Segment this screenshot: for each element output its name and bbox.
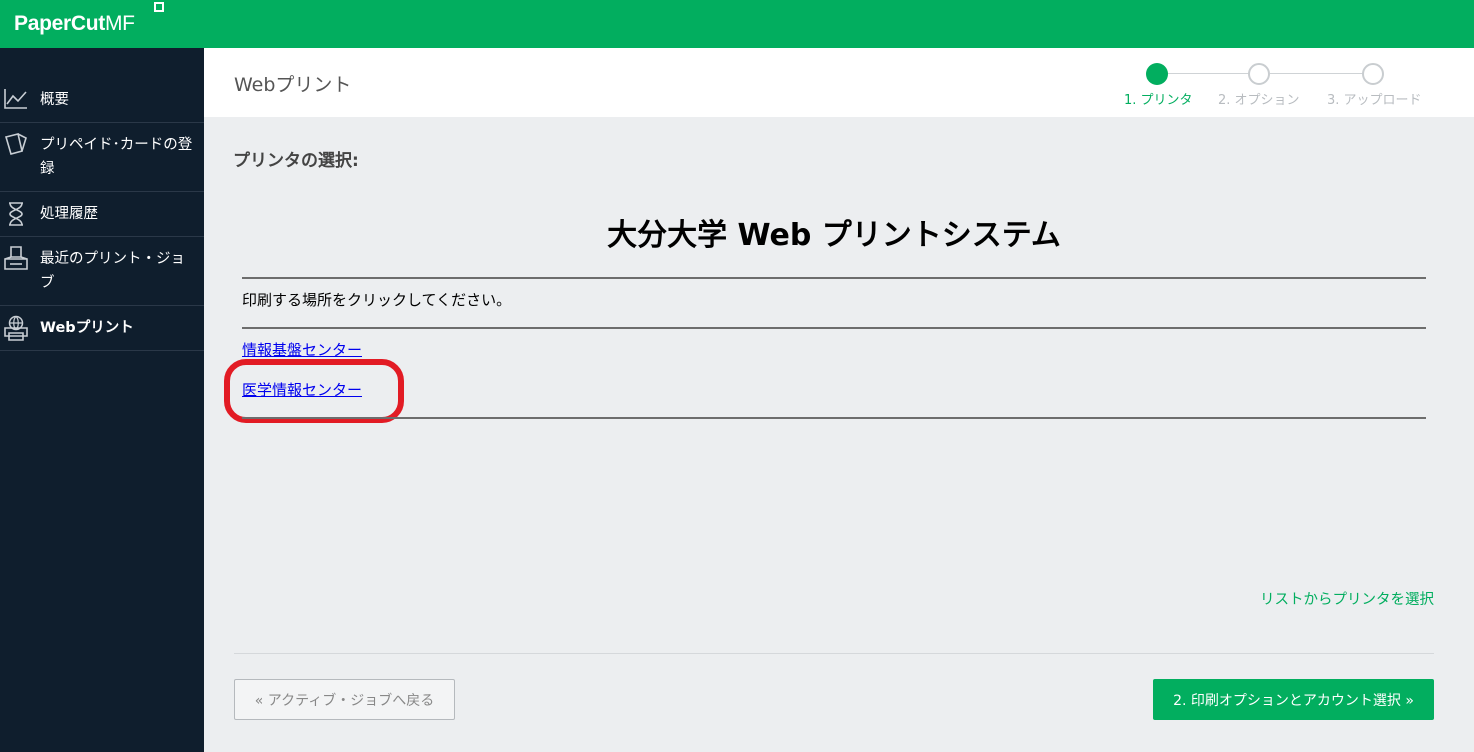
highlight-annotation	[224, 359, 404, 423]
step-1-dot	[1146, 63, 1168, 85]
sidebar-item-label: Webプリント	[40, 320, 134, 336]
cards-icon	[4, 133, 27, 155]
back-to-active-jobs-button[interactable]: « アクティブ・ジョブへ戻る	[234, 679, 455, 720]
sidebar-item-label: プリペイド･カードの登録	[40, 137, 193, 177]
divider-line	[242, 277, 1426, 279]
step-connector	[1270, 73, 1373, 74]
step-connector	[1157, 73, 1250, 74]
page-title: Webプリント	[234, 74, 352, 96]
top-bar: PaperCutMF	[0, 0, 1474, 48]
step-3-label: 3. アップロード	[1327, 93, 1422, 108]
sidebar-item-web-print[interactable]: Webプリント	[0, 306, 204, 351]
sidebar-item-label: 最近のプリント・ジョブ	[40, 251, 185, 291]
hourglass-icon	[9, 202, 23, 226]
sidebar-item-label: 処理履歴	[40, 206, 98, 222]
logo-mark-icon	[154, 2, 164, 12]
location-link-it-center[interactable]: 情報基盤センター	[242, 339, 362, 360]
web-printer-icon	[4, 315, 28, 341]
step-2-dot	[1248, 63, 1270, 85]
next-print-options-button[interactable]: 2. 印刷オプションとアカウント選択 »	[1153, 679, 1434, 720]
sidebar-item-label: 概要	[40, 92, 69, 108]
step-1-label: 1. プリンタ	[1124, 93, 1193, 108]
select-from-list-link[interactable]: リストからプリンタを選択	[1260, 588, 1434, 609]
sidebar: 概要 プリペイド･カードの登録 処理履歴 最近のプリント・ジョブ Webプリント	[0, 48, 204, 752]
divider-line	[242, 327, 1426, 329]
line-chart-icon	[4, 89, 27, 109]
papercut-logo[interactable]: PaperCutMF	[14, 11, 135, 37]
page-header: Webプリント 1. プリンタ 2. オプション 3. アップロード	[204, 48, 1474, 117]
section-title: プリンタの選択:	[233, 151, 359, 171]
system-heading: 大分大学 Web プリントシステム	[607, 218, 1061, 253]
footer-divider	[234, 653, 1434, 654]
step-3-dot	[1362, 63, 1384, 85]
sidebar-item-recent-jobs[interactable]: 最近のプリント・ジョブ	[0, 237, 204, 306]
step-2-label: 2. オプション	[1218, 93, 1300, 108]
divider-line	[242, 417, 1426, 419]
sidebar-item-history[interactable]: 処理履歴	[0, 192, 204, 237]
sidebar-item-prepaid-card[interactable]: プリペイド･カードの登録	[0, 123, 204, 192]
instruction-text: 印刷する場所をクリックしてください。	[242, 291, 512, 309]
printer-tray-icon	[4, 246, 28, 270]
sidebar-item-overview[interactable]: 概要	[0, 78, 204, 123]
progress-stepper: 1. プリンタ 2. オプション 3. アップロード	[1112, 62, 1432, 112]
